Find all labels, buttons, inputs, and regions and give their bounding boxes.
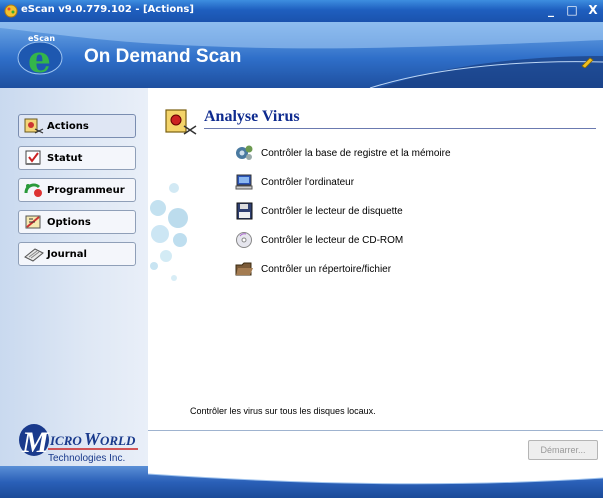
options-icon xyxy=(23,213,45,231)
section-divider xyxy=(204,128,596,129)
window-controls: _ □ X xyxy=(533,0,603,22)
escan-app-icon[interactable] xyxy=(4,4,18,18)
window-title: eScan v9.0.779.102 - [Actions] xyxy=(21,4,194,15)
action-label: Contrôler le lecteur de CD-ROM xyxy=(261,234,404,246)
action-scan-cdrom[interactable]: Contrôler le lecteur de CD-ROM xyxy=(234,230,403,250)
floppy-disk-icon xyxy=(234,202,254,220)
action-scan-floppy[interactable]: Contrôler le lecteur de disquette xyxy=(234,201,403,221)
footer-band xyxy=(0,466,603,498)
page-title: On Demand Scan xyxy=(84,46,242,67)
bubbles-decoration xyxy=(150,183,188,281)
section-title: Analyse Virus xyxy=(204,108,300,125)
sidebar-item-label: Programmeur xyxy=(47,184,125,196)
sidebar-item-actions[interactable]: Actions xyxy=(18,114,136,138)
svg-text:ICRO: ICRO xyxy=(49,433,82,448)
action-label: Contrôler l'ordinateur xyxy=(261,176,355,188)
virus-scan-icon xyxy=(165,109,197,135)
sidebar-item-label: Actions xyxy=(47,120,89,132)
title-bar[interactable]: eScan v9.0.779.102 - [Actions] _ □ X xyxy=(0,0,603,22)
logo-caption: eScan xyxy=(28,34,55,43)
registry-memory-icon xyxy=(234,144,254,162)
footer-swoosh xyxy=(148,466,603,485)
sidebar-item-programmeur[interactable]: Programmeur xyxy=(18,178,136,202)
cd-rom-icon xyxy=(234,231,254,249)
action-label: Contrôler le lecteur de disquette xyxy=(261,205,403,217)
main-panel: Analyse Virus Contrôler la base de regis… xyxy=(148,88,603,498)
sidebar: Actions Statut Programmeur Options Journ… xyxy=(0,88,148,498)
start-button[interactable]: Démarrer... xyxy=(528,440,598,460)
computer-icon xyxy=(234,173,254,191)
svg-text:e: e xyxy=(28,39,51,76)
sidebar-item-label: Statut xyxy=(47,152,83,164)
pencil-icon xyxy=(581,57,594,68)
sidebar-item-journal[interactable]: Journal xyxy=(18,242,136,266)
scheduler-icon xyxy=(23,181,45,199)
virus-arrow-icon xyxy=(23,117,45,135)
brand-subtitle: Technologies Inc. xyxy=(48,453,125,464)
action-scan-registry-memory[interactable]: Contrôler la base de registre et la mémo… xyxy=(234,143,451,163)
sidebar-item-label: Options xyxy=(47,216,91,228)
folder-icon xyxy=(234,260,254,278)
minimize-button[interactable]: _ xyxy=(543,3,559,17)
checkbox-icon xyxy=(23,149,45,167)
close-button[interactable]: X xyxy=(585,3,601,17)
action-label: Contrôler un répertoire/fichier xyxy=(261,263,392,275)
sidebar-item-statut[interactable]: Statut xyxy=(18,146,136,170)
sidebar-item-options[interactable]: Options xyxy=(18,210,136,234)
escan-logo-icon: e eScan xyxy=(17,34,63,76)
action-label: Contrôler la base de registre et la mémo… xyxy=(261,147,451,159)
action-scan-folder-file[interactable]: Contrôler un répertoire/fichier xyxy=(234,259,391,279)
svg-text:ORLD: ORLD xyxy=(100,433,136,448)
action-hint: Contrôler les virus sur tous les disques… xyxy=(190,406,376,416)
action-scan-computer[interactable]: Contrôler l'ordinateur xyxy=(234,172,354,192)
svg-text:M: M xyxy=(21,426,50,459)
header-banner: e eScan On Demand Scan xyxy=(0,22,603,88)
maximize-button[interactable]: □ xyxy=(564,3,580,17)
sidebar-item-label: Journal xyxy=(47,248,87,260)
journal-icon xyxy=(23,245,45,263)
microworld-logo: M ICRO W ORLD Technologies Inc. xyxy=(19,424,138,464)
bottom-bar: Démarrer... xyxy=(148,430,603,467)
